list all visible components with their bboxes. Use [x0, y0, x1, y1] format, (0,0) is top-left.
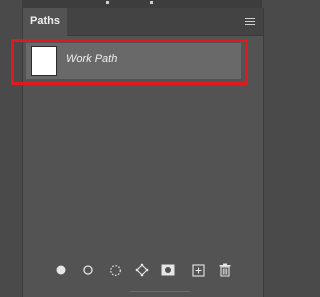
panel-menu-icon[interactable] [245, 18, 255, 26]
fill-path-icon[interactable] [54, 263, 68, 277]
strip-marker-icon [150, 1, 153, 4]
delete-path-icon[interactable] [218, 263, 232, 277]
tab-paths[interactable]: Paths [23, 8, 67, 36]
make-work-path-icon[interactable] [135, 263, 149, 277]
path-thumbnail [31, 46, 57, 76]
add-mask-icon[interactable] [161, 263, 175, 277]
strip-marker-icon [106, 1, 109, 4]
path-row-work-path[interactable]: Work Path [26, 43, 241, 79]
paths-panel: Paths Work Path [22, 8, 264, 297]
path-name: Work Path [66, 53, 118, 65]
panel-tab-bar: Paths [23, 8, 263, 36]
stroke-path-icon[interactable] [81, 263, 95, 277]
panel-resize-grip[interactable] [130, 291, 190, 296]
new-path-icon[interactable] [191, 263, 205, 277]
panel-footer-toolbar [22, 257, 262, 283]
load-selection-icon[interactable] [108, 263, 122, 277]
